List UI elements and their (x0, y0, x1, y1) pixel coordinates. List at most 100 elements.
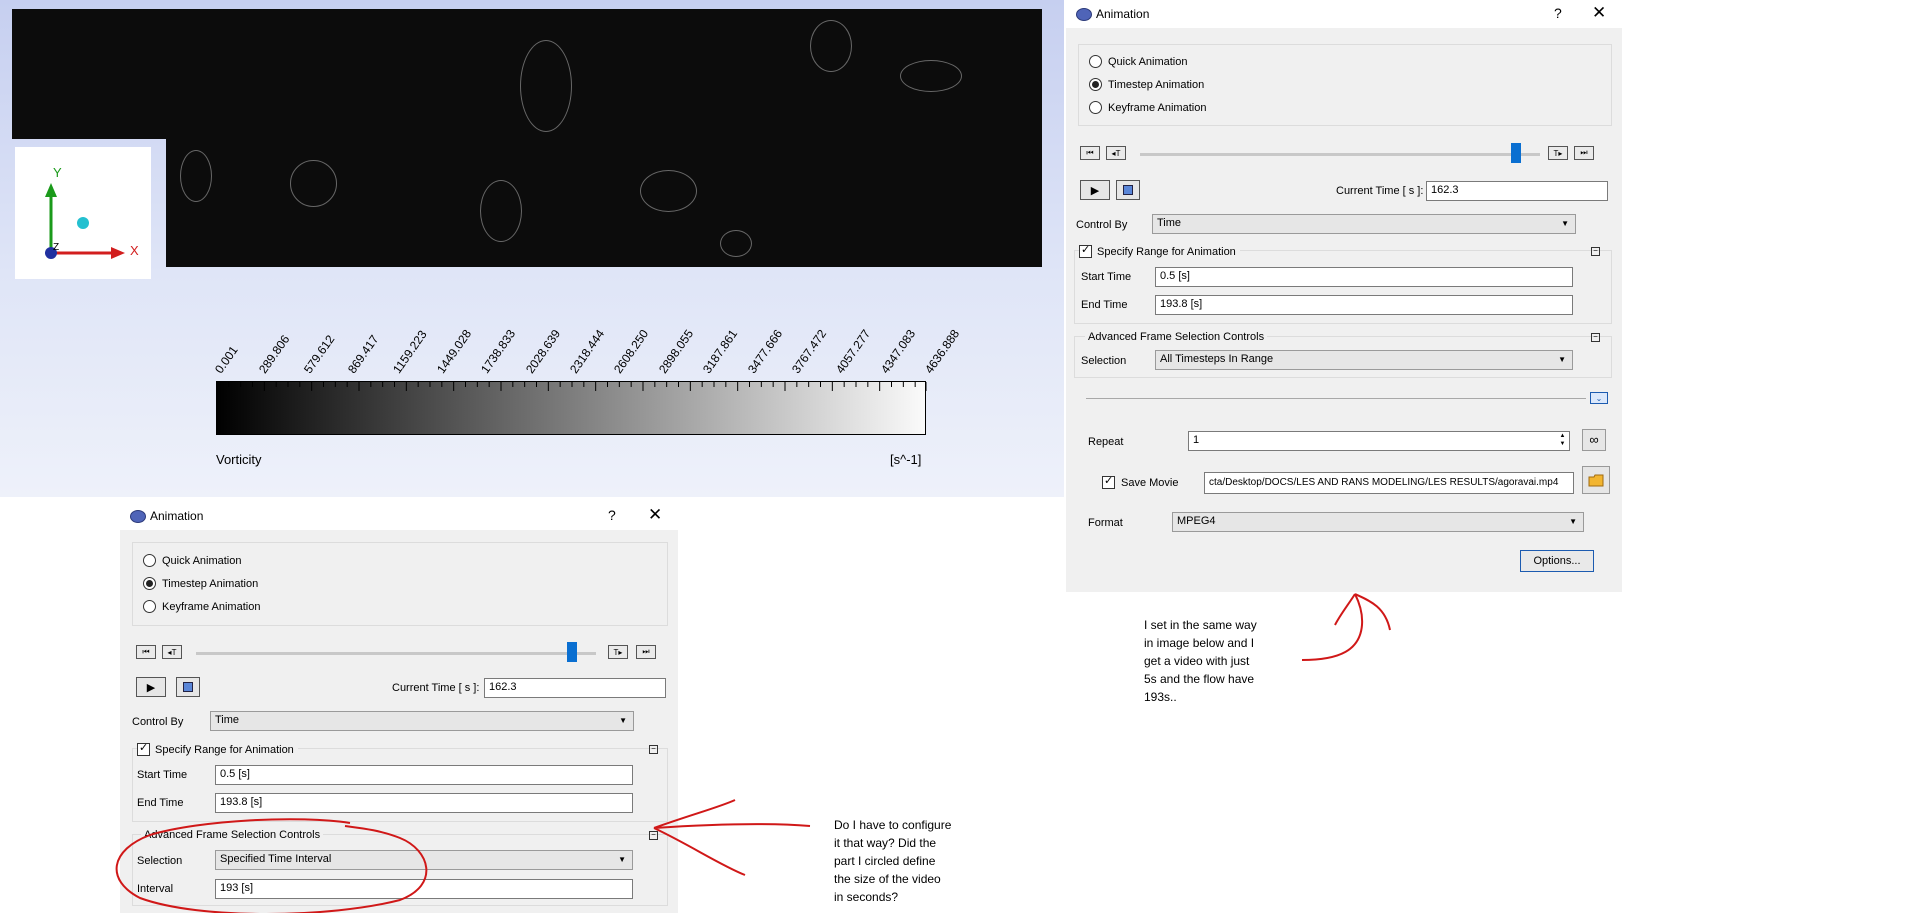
radio-icon (143, 554, 156, 567)
legend-tick-label: 1738.833 (478, 326, 519, 377)
legend-tick-label: 4636.888 (922, 326, 963, 377)
legend-tick-label: 1159.223 (389, 327, 430, 377)
legend-title: Vorticity (216, 452, 262, 467)
stop-button[interactable] (1116, 180, 1140, 200)
control-by-select[interactable]: Time ▼ (210, 711, 634, 731)
options-button[interactable]: Options... (1520, 550, 1594, 572)
play-icon: ▶ (1090, 184, 1100, 197)
close-button[interactable]: ✕ (648, 505, 662, 525)
first-frame-button[interactable]: ⏮ (136, 645, 156, 659)
app-logo-icon (1076, 8, 1092, 21)
play-button[interactable]: ▶ (1080, 180, 1110, 200)
play-button[interactable]: ▶ (136, 677, 166, 697)
legend-color-bar (216, 381, 927, 435)
timestep-animation-radio[interactable]: Timestep Animation (143, 577, 258, 590)
specify-range-checkbox[interactable]: Specify Range for Animation (137, 741, 298, 756)
end-time-field[interactable]: 193.8 [s] (215, 793, 633, 813)
last-frame-button[interactable]: ⏭ (1574, 146, 1594, 160)
arrow-up-annotation (1301, 593, 1391, 661)
stop-icon (183, 682, 193, 692)
timestep-animation-radio[interactable]: Timestep Animation (1089, 78, 1204, 91)
help-button[interactable]: ? (608, 507, 616, 523)
legend-tick-label: 4347.083 (877, 326, 918, 377)
last-frame-button[interactable]: ⏭ (636, 645, 656, 659)
format-select[interactable]: MPEG4 ▼ (1172, 512, 1584, 532)
viewer-panel[interactable]: Y X Z 0.001 289.806 579.612 869.417 1159.223… (0, 0, 1064, 497)
interval-field[interactable]: 193 [s] (215, 879, 633, 899)
chevron-down-icon: ▼ (618, 855, 626, 864)
interval-label: Interval (137, 883, 174, 895)
step-forward-icon: T▸ (1553, 148, 1563, 158)
current-time-label: Current Time [ s ]: (1336, 185, 1424, 197)
legend-tick-label: 1449.028 (433, 326, 475, 377)
repeat-spinbox[interactable]: 1 (1188, 431, 1570, 451)
help-button[interactable]: ? (1554, 5, 1562, 21)
timeline-slider-thumb[interactable] (1511, 143, 1521, 163)
previous-timestep-button[interactable]: ◂T (162, 645, 182, 659)
timeline-slider-track[interactable] (196, 652, 596, 655)
legend-tick-label: 2028.639 (522, 326, 563, 377)
browse-folder-button[interactable] (1582, 466, 1610, 494)
legend-tick-label: 869.417 (345, 332, 382, 377)
radio-icon (1089, 55, 1102, 68)
animation-mode-group: Quick Animation Timestep Animation Keyfr… (132, 542, 668, 626)
start-time-label: Start Time (137, 769, 188, 781)
keyframe-animation-radio[interactable]: Keyframe Animation (1089, 101, 1206, 114)
save-movie-checkbox[interactable]: Save Movie (1102, 474, 1178, 489)
quick-animation-radio[interactable]: Quick Animation (1089, 55, 1187, 68)
legend-tick-label: 2318.444 (567, 326, 608, 377)
next-timestep-button[interactable]: T▸ (608, 645, 628, 659)
end-time-label: End Time (1081, 299, 1128, 311)
next-timestep-button[interactable]: T▸ (1548, 146, 1568, 160)
stop-icon (1123, 185, 1133, 195)
first-frame-button[interactable]: ⏮ (1080, 146, 1100, 160)
stop-button[interactable] (176, 677, 200, 697)
legend-tick-marks (217, 382, 927, 391)
skip-to-start-icon: ⏮ (1086, 148, 1094, 157)
current-time-field[interactable]: 162.3 (484, 678, 666, 698)
radio-selected-icon (143, 577, 156, 590)
checkbox-checked-icon (1102, 474, 1115, 489)
collapse-icon[interactable]: − (1591, 333, 1600, 342)
current-time-field[interactable]: 162.3 (1426, 181, 1608, 201)
animation-mode-group: Quick Animation Timestep Animation Keyfr… (1078, 44, 1612, 126)
checkbox-checked-icon (1079, 243, 1092, 258)
advanced-frame-label: Advanced Frame Selection Controls (1085, 331, 1268, 343)
collapse-icon[interactable]: − (649, 745, 658, 754)
annotation-note-right: I set in the same way in image below and… (1144, 618, 1257, 704)
timeline-slider-track[interactable] (1140, 153, 1540, 156)
start-time-field[interactable]: 0.5 [s] (1155, 267, 1573, 287)
skip-to-end-icon: ⏭ (642, 647, 650, 656)
end-time-field[interactable]: 193.8 [s] (1155, 295, 1573, 315)
expand-more-button[interactable]: ⌄ (1590, 392, 1608, 404)
advanced-frame-group: Advanced Frame Selection Controls − Sele… (132, 829, 668, 906)
skip-to-end-icon: ⏭ (1580, 148, 1588, 157)
repeat-spinner-arrows[interactable]: ▲ ▼ (1556, 432, 1569, 450)
selection-select[interactable]: Specified Time Interval ▼ (215, 850, 633, 870)
legend-tick-labels: 0.001 289.806 579.612 869.417 1159.223 1449.0… (0, 0, 1064, 380)
start-time-field[interactable]: 0.5 [s] (215, 765, 633, 785)
loop-forever-button[interactable]: ∞ (1582, 429, 1606, 451)
control-by-label: Control By (1076, 219, 1128, 231)
checkbox-checked-icon (137, 741, 150, 756)
keyframe-animation-radio[interactable]: Keyframe Animation (143, 600, 260, 613)
infinity-icon: ∞ (1589, 432, 1599, 447)
previous-timestep-button[interactable]: ◂T (1106, 146, 1126, 160)
skip-to-start-icon: ⏮ (142, 647, 150, 656)
quick-animation-radio[interactable]: Quick Animation (143, 554, 241, 567)
control-by-label: Control By (132, 716, 184, 728)
selection-select[interactable]: All Timesteps In Range ▼ (1155, 350, 1573, 370)
chevron-down-icon: ▼ (619, 716, 627, 725)
close-button[interactable]: ✕ (1592, 3, 1606, 23)
dialog-titlebar: Animation ? ✕ (1066, 0, 1622, 28)
control-by-select[interactable]: Time ▼ (1152, 214, 1576, 234)
legend-unit: [s^-1] (890, 452, 922, 467)
movie-path-field[interactable]: cta/Desktop/DOCS/LES AND RANS MODELING/L… (1204, 472, 1574, 494)
timeline-slider-thumb[interactable] (567, 642, 577, 662)
collapse-icon[interactable]: − (1591, 247, 1600, 256)
chevron-down-icon: ▼ (1561, 219, 1569, 228)
chevron-down-icon: ▼ (1569, 517, 1577, 526)
collapse-icon[interactable]: − (649, 831, 658, 840)
legend-tick-label: 2608.250 (611, 326, 652, 377)
specify-range-checkbox[interactable]: Specify Range for Animation (1079, 243, 1240, 258)
